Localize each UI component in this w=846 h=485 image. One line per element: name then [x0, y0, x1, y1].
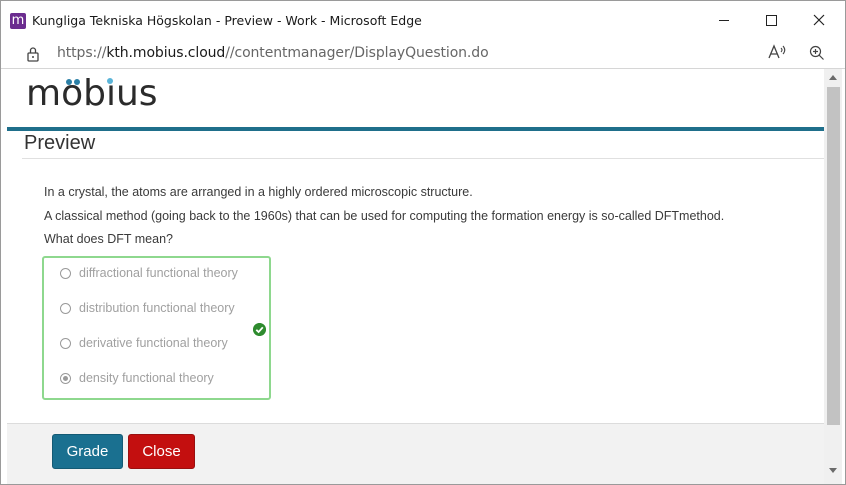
page-content: m o b ı us Preview In a crystal, the atoms a…	[7, 69, 824, 484]
action-footer: Grade Close	[7, 423, 824, 484]
answer-option[interactable]: derivative functional theory	[60, 336, 228, 350]
answer-option-label: density functional theory	[79, 371, 214, 385]
title-bar: m Kungliga Tekniska Högskolan - Preview …	[1, 1, 845, 39]
scroll-up-arrow-icon[interactable]	[829, 75, 837, 80]
question-text-line-2: A classical method (going back to the 19…	[44, 209, 725, 223]
page-title: Preview	[24, 132, 96, 154]
maximize-button[interactable]	[748, 1, 794, 39]
question-text-line-3: What does DFT mean?	[44, 232, 173, 246]
answer-option-label: derivative functional theory	[79, 336, 228, 350]
address-bar: https://kth.mobius.cloud//contentmanager…	[1, 39, 845, 69]
grade-button[interactable]: Grade	[52, 434, 123, 469]
answer-option[interactable]: density functional theory	[60, 371, 214, 385]
window-close-button[interactable]	[796, 1, 842, 39]
close-icon	[813, 14, 825, 26]
mobius-app-icon: m	[10, 13, 26, 29]
url-field[interactable]: https://kth.mobius.cloud//contentmanager…	[57, 45, 489, 61]
checkmark-icon	[253, 323, 266, 336]
question-text-line-1: In a crystal, the atoms are arranged in …	[44, 185, 473, 199]
mobius-logo: m o b ı us	[26, 73, 158, 114]
radio-button[interactable]	[60, 337, 71, 349]
answer-option-label: diffractional functional theory	[79, 266, 238, 280]
url-path: //contentmanager/DisplayQuestion.do	[225, 45, 489, 61]
scroll-thumb[interactable]	[827, 87, 840, 425]
answer-option-label: distribution functional theory	[79, 301, 235, 315]
window-title: Kungliga Tekniska Högskolan - Preview - …	[32, 13, 422, 28]
read-aloud-icon[interactable]	[768, 44, 786, 64]
maximize-icon	[765, 14, 777, 26]
close-button[interactable]: Close	[128, 434, 195, 469]
header-accent-bar	[7, 127, 824, 131]
title-divider	[22, 158, 824, 159]
scroll-down-arrow-icon[interactable]	[829, 468, 837, 473]
url-prefix: https://	[57, 45, 107, 61]
radio-button[interactable]	[60, 267, 71, 279]
url-host: kth.mobius.cloud	[106, 45, 226, 61]
browser-window: m Kungliga Tekniska Högskolan - Preview …	[0, 0, 846, 485]
radio-button[interactable]	[60, 302, 71, 314]
minimize-button[interactable]	[701, 1, 747, 39]
answer-options-group: diffractional functional theory distribu…	[42, 256, 271, 400]
answer-option[interactable]: distribution functional theory	[60, 301, 235, 315]
vertical-scrollbar[interactable]	[824, 69, 842, 484]
lock-icon[interactable]	[26, 46, 40, 62]
answer-option[interactable]: diffractional functional theory	[60, 266, 238, 280]
minimize-icon	[719, 19, 729, 21]
radio-button-selected[interactable]	[60, 372, 71, 384]
zoom-icon[interactable]	[809, 45, 825, 61]
